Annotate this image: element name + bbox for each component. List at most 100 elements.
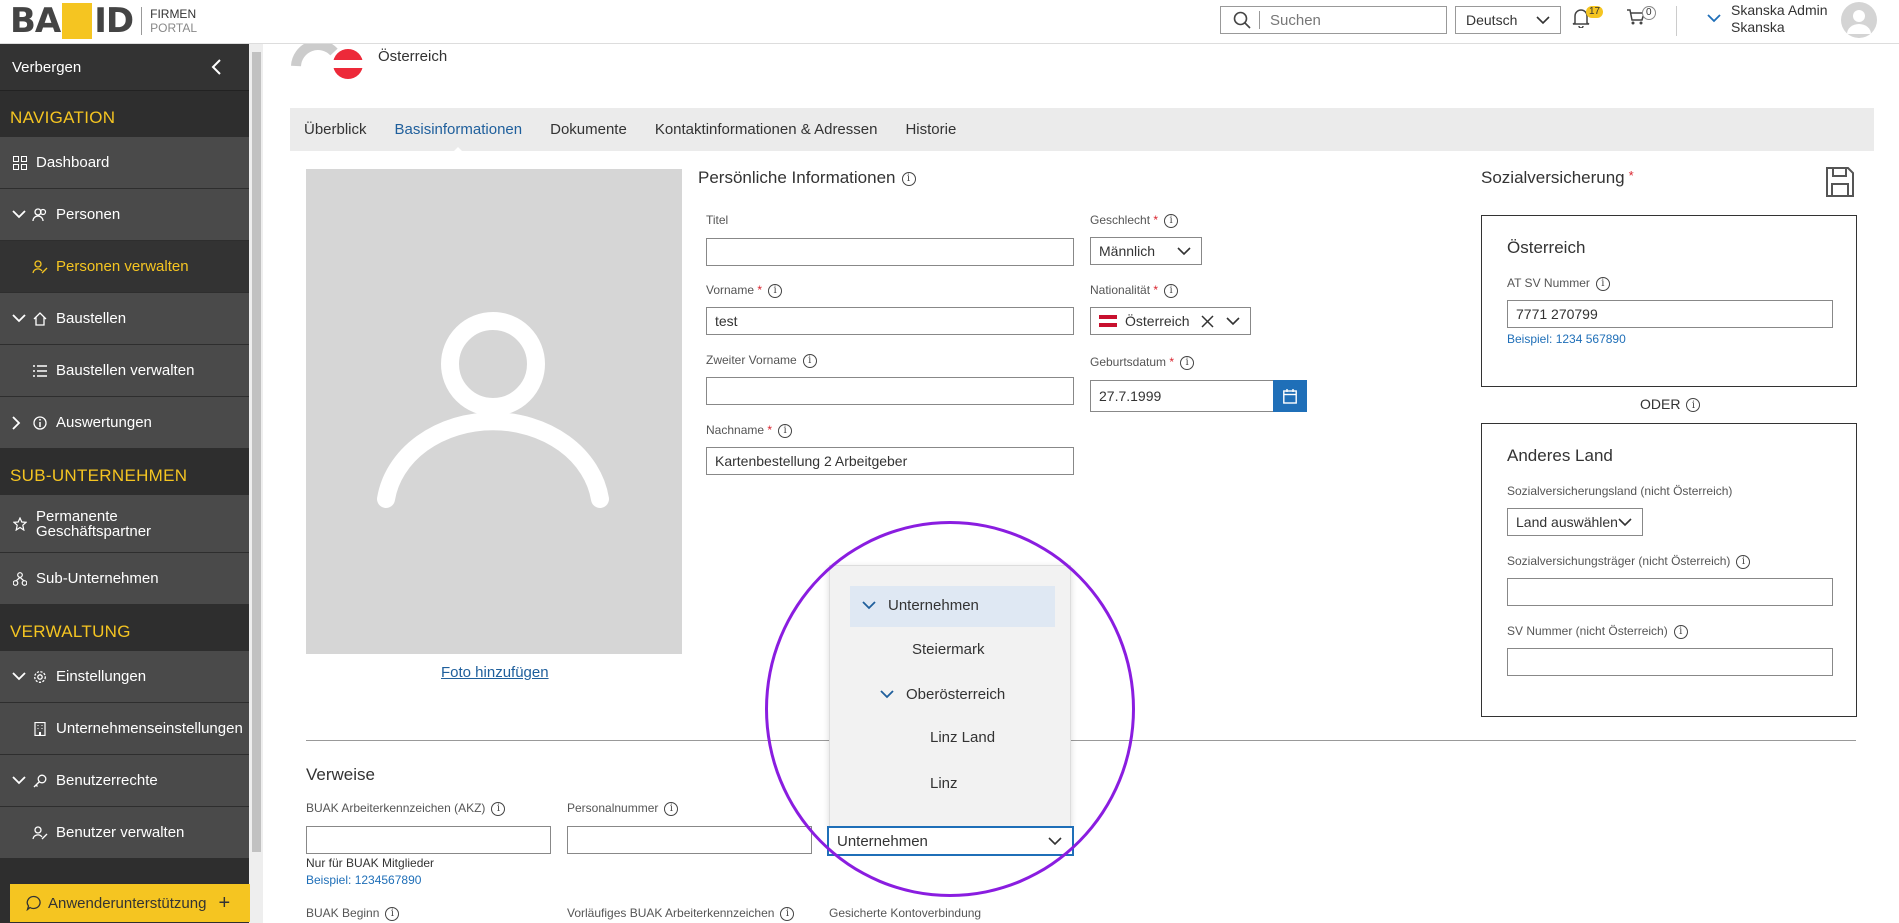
info-icon[interactable]: i [1164,213,1179,228]
logo[interactable]: BA​ID FIRMEN PORTAL [10,1,198,41]
sidebar-hide-toggle[interactable]: Verbergen [0,44,249,91]
personal-info-title-text: Persönliche Informationen [698,168,896,187]
chevron-down-icon [1177,246,1191,255]
sv-nummer-input[interactable] [1507,648,1833,676]
info-icon[interactable]: i [901,171,916,186]
search-input[interactable] [1259,11,1439,29]
info-icon[interactable]: i [1164,283,1179,298]
logo-sub-portal: PORTAL [150,21,198,35]
sv-land-label: Sozialversicherungsland (nicht Österreic… [1507,484,1733,498]
sv-land-select[interactable]: Land auswählen [1507,508,1643,536]
sidebar: Verbergen NAVIGATION Dashboard Personen … [0,44,249,923]
sidebar-item-label: Benutzer verwalten [56,824,185,841]
sidebar-item-baustellen[interactable]: Baustellen [0,293,249,345]
calendar-button[interactable] [1273,380,1307,412]
unternehmen-select-value: Unternehmen [837,832,928,850]
buak-akz-label: BUAK Arbeiterkennzeichen (AKZ) i [306,801,506,816]
unternehmen-dropdown-menu: Unternehmen Steiermark Oberösterreich Li… [829,565,1071,827]
logo-mark: BA​ID [10,1,134,41]
dropdown-item-unternehmen[interactable]: Unternehmen [862,597,979,614]
vorname-value: test [715,313,738,329]
sidebar-item-benutzer-verwalten[interactable]: Benutzer verwalten [0,807,249,859]
sidebar-item-baustellen-verwalten[interactable]: Baustellen verwalten [0,345,249,397]
info-icon[interactable]: i [778,423,793,438]
info-icon[interactable]: i [664,801,679,816]
add-photo-link[interactable]: Foto hinzufügen [441,664,549,681]
notifications-badge: 17 [1586,6,1604,18]
nachname-value: Kartenbestellung 2 Arbeitgeber [715,453,908,469]
dropdown-item-steiermark[interactable]: Steiermark [912,641,985,658]
profile-photo-placeholder[interactable] [306,169,682,654]
user-name: Skanska Admin [1731,2,1828,18]
sidebar-item-unternehmenseinstellungen[interactable]: Unternehmenseinstellungen [0,703,249,755]
titel-input[interactable] [706,238,1074,266]
info-icon[interactable]: i [780,906,795,921]
support-button[interactable]: Anwenderunterstützung + [10,884,250,922]
dropdown-item-oberoesterreich[interactable]: Oberösterreich [880,686,1005,703]
sozialversicherung-title-text: Sozialversicherung [1481,168,1625,187]
info-icon[interactable]: i [385,906,400,921]
dropdown-item-label: Unternehmen [888,597,979,614]
tab-bar: Überblick Basisinformationen Dokumente K… [290,108,1874,155]
chevron-down-icon [880,690,894,699]
sidebar-item-sub-unternehmen[interactable]: Sub-Unternehmen [0,553,249,605]
section-verwaltung: VERWALTUNG [10,622,131,641]
unternehmen-select[interactable]: Unternehmen [827,826,1074,856]
dropdown-item-label: Steiermark [912,641,985,658]
chevron-down-icon [1618,517,1632,526]
tab-historie[interactable]: Historie [905,121,956,138]
tab-dokumente[interactable]: Dokumente [550,121,627,138]
geburtsdatum-input[interactable]: 27.7.1999 [1090,380,1274,412]
sidebar-item-personen-verwalten[interactable]: Personen verwalten [0,241,249,293]
tab-basisinformationen[interactable]: Basisinformationen [395,121,522,155]
geschlecht-select[interactable]: Männlich [1090,237,1202,265]
sidebar-item-dashboard[interactable]: Dashboard [0,137,249,189]
search-icon[interactable] [1233,11,1251,29]
nationalitaet-select[interactable]: Österreich [1090,307,1251,335]
buak-akz-input[interactable] [306,826,551,854]
dropdown-item-linz-land[interactable]: Linz Land [930,729,995,746]
save-icon[interactable] [1825,166,1855,198]
sidebar-item-permanente[interactable]: Permanente Geschäftspartner [0,495,249,553]
sozialversicherung-title: Sozialversicherung * [1481,168,1634,188]
info-icon[interactable]: i [1686,398,1701,413]
sidebar-item-einstellungen[interactable]: Einstellungen [0,651,249,703]
info-icon[interactable]: i [1673,624,1688,639]
at-sv-box: Österreich AT SV Nummer i 7771 270799 Bei… [1481,215,1857,387]
nachname-input[interactable]: Kartenbestellung 2 Arbeitgeber [706,447,1074,475]
personalnummer-input[interactable] [567,826,812,854]
sidebar-item-label: Dashboard [36,154,110,171]
notifications-button[interactable]: 17 [1572,6,1604,31]
dropdown-item-linz[interactable]: Linz [930,775,958,792]
info-icon[interactable]: i [1180,355,1195,370]
sidebar-item-label-line2: Geschäftspartner [36,522,152,540]
sidebar-item-personen[interactable]: Personen [0,189,249,241]
zweiter-vorname-input[interactable] [706,377,1074,405]
sidebar-item-auswertungen[interactable]: Auswertungen [0,397,249,449]
sidebar-item-label: Personen verwalten [56,258,189,275]
sv-traeger-input[interactable] [1507,578,1833,606]
profile-country: Österreich [378,48,448,65]
info-icon[interactable]: i [768,283,783,298]
at-sv-label: AT SV Nummer i [1507,276,1610,291]
tab-ueberblick[interactable]: Überblick [304,121,367,138]
language-select[interactable]: Deutsch [1455,6,1561,34]
vorname-input[interactable]: test [706,307,1074,335]
avatar[interactable] [1841,2,1877,38]
sidebar-item-benutzerrechte[interactable]: Benutzerrechte [0,755,249,807]
tab-kontaktinformationen[interactable]: Kontaktinformationen & Adressen [655,121,878,138]
sidebar-scrollbar-thumb[interactable] [252,52,261,852]
info-icon[interactable]: i [491,801,506,816]
user-menu[interactable]: Skanska Admin Skanska [1707,2,1828,36]
at-sv-input[interactable]: 7771 270799 [1507,300,1833,328]
plus-icon: + [218,891,231,914]
info-icon[interactable]: i [1595,276,1610,291]
info-icon[interactable]: i [1736,554,1751,569]
clear-icon[interactable] [1201,314,1214,328]
logo-sub-firmen: FIRMEN [150,7,197,21]
geburtsdatum-value: 27.7.1999 [1099,388,1162,404]
personalnummer-label: Personalnummer i [567,801,679,816]
info-icon[interactable]: i [802,353,817,368]
people-icon [32,207,48,222]
cart-button[interactable]: 0 [1626,6,1656,29]
